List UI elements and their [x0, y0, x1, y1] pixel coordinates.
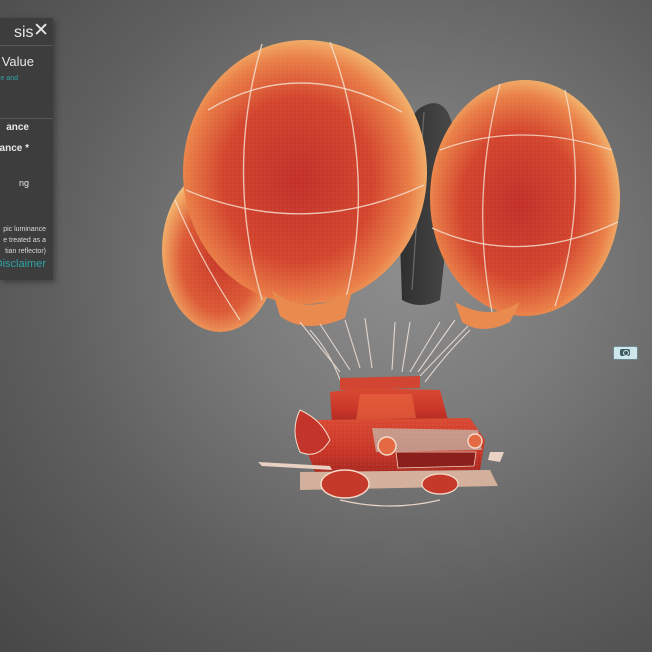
model-render: [162, 40, 620, 507]
balloon-right: [430, 80, 620, 329]
car: [258, 376, 504, 507]
option-ng[interactable]: ng: [19, 178, 29, 188]
mode-description: e and: [0, 75, 18, 82]
note-line-2: e treated as a: [3, 237, 46, 244]
note-line-1: pic luminance: [3, 226, 46, 233]
disclaimer-link[interactable]: Disclaimer: [0, 258, 46, 270]
mode-selector[interactable]: Value: [2, 54, 34, 69]
panel-divider-2: [0, 118, 53, 119]
analysis-panel: sis ✕ Value e and ance ance * ng pic lum…: [0, 18, 53, 280]
note-line-3: tian reflector): [5, 248, 46, 255]
3d-viewport[interactable]: [0, 0, 652, 652]
option-luminance[interactable]: ance: [6, 122, 29, 133]
close-icon[interactable]: ✕: [33, 20, 49, 40]
rigging: [299, 317, 471, 383]
camera-icon[interactable]: [613, 346, 638, 360]
option-luminance-alt[interactable]: ance *: [0, 143, 29, 154]
panel-title: sis: [14, 24, 34, 41]
panel-divider: [0, 45, 53, 46]
